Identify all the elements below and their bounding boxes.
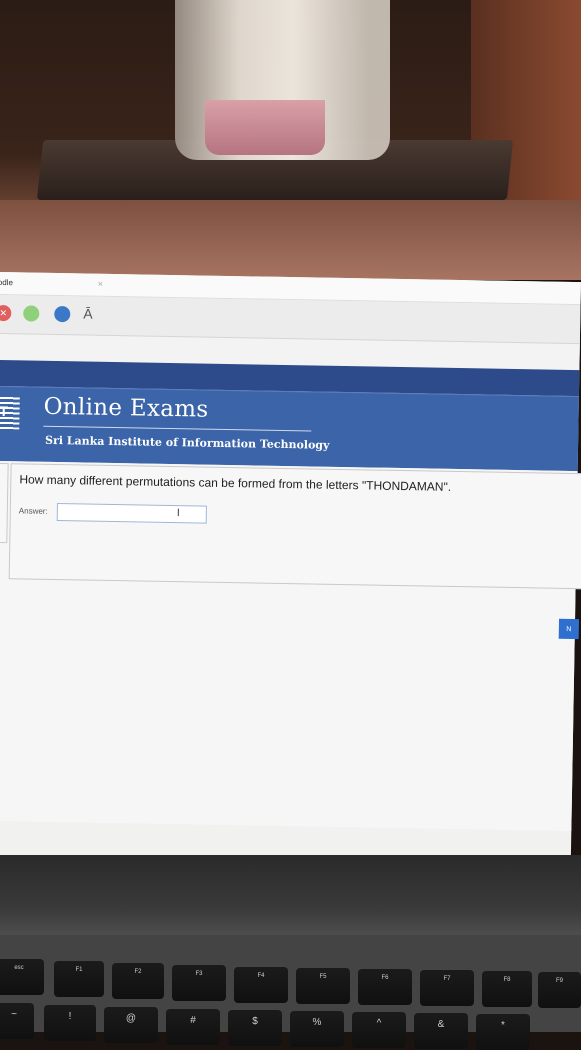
refresh-icon[interactable]: [23, 305, 40, 322]
font-size-icon[interactable]: Ā: [83, 305, 93, 321]
key-f3[interactable]: F3: [172, 965, 226, 1001]
key-exclamation[interactable]: !: [44, 1005, 96, 1041]
key-f1[interactable]: F1: [54, 961, 104, 997]
laptop-keyboard: esc F1 F2 F3 F4 F5 F6 F7 F8 F9 ~ ! @ # $…: [0, 935, 581, 1050]
banner-divider: [43, 425, 312, 432]
question-box: How many different permutations can be f…: [8, 463, 581, 590]
key-tilde[interactable]: ~: [0, 1003, 34, 1039]
text-cursor-icon: I: [176, 507, 180, 520]
key-ampersand[interactable]: &: [414, 1013, 468, 1049]
key-caret[interactable]: ^: [352, 1012, 406, 1048]
page-title: Online Exams: [43, 393, 209, 423]
key-esc[interactable]: esc: [0, 959, 44, 995]
key-hash[interactable]: #: [166, 1009, 220, 1045]
key-f9[interactable]: F9: [538, 972, 581, 1008]
key-dollar[interactable]: $: [228, 1010, 282, 1046]
key-f4[interactable]: F4: [234, 967, 288, 1003]
answer-input[interactable]: [56, 503, 207, 524]
laptop-screen: odle × ✕ Ā IT Online Exams Sri Lanka Ins…: [0, 272, 581, 871]
background-table: [0, 200, 581, 280]
question-sidebar: [0, 462, 9, 544]
exam-content: How many different permutations can be f…: [0, 460, 581, 832]
candle-base: [205, 100, 325, 155]
laptop-bezel: [0, 855, 581, 945]
exam-banner: IT Online Exams Sri Lanka Institute of I…: [0, 385, 579, 472]
tab-close-icon[interactable]: ×: [98, 279, 103, 289]
key-f8[interactable]: F8: [482, 971, 532, 1007]
key-percent[interactable]: %: [290, 1011, 344, 1047]
browser-tab-title[interactable]: odle: [0, 278, 13, 287]
globe-icon[interactable]: [54, 305, 71, 323]
answer-label: Answer:: [18, 506, 48, 516]
question-text: How many different permutations can be f…: [19, 472, 452, 494]
key-f7[interactable]: F7: [420, 970, 474, 1006]
key-f2[interactable]: F2: [112, 963, 164, 999]
key-f5[interactable]: F5: [296, 968, 350, 1004]
key-at[interactable]: @: [104, 1007, 158, 1043]
key-asterisk[interactable]: *: [476, 1014, 530, 1050]
logo-text: IT: [0, 402, 9, 420]
next-button[interactable]: N: [558, 618, 580, 640]
page-subtitle: Sri Lanka Institute of Information Techn…: [44, 433, 330, 452]
close-icon[interactable]: ✕: [0, 304, 12, 322]
key-f6[interactable]: F6: [358, 969, 412, 1005]
